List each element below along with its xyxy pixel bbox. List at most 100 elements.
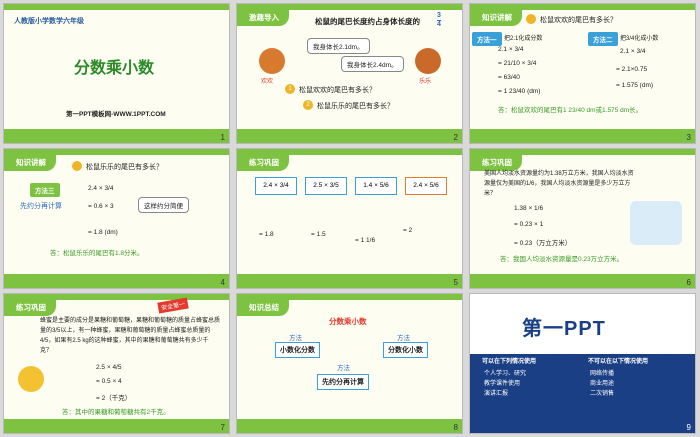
method-1-text: 把2.1化成分数 <box>504 36 543 42</box>
slide-footer: 第一PPT模板网-WWW.1PPT.COM <box>66 111 166 118</box>
method-tag-1: 方法一 <box>472 32 502 46</box>
slide-number: 6 <box>686 278 691 287</box>
calc-step-3: = 0.23（万立方米） <box>514 240 572 247</box>
slide-number: 8 <box>453 423 458 432</box>
summary-branch-3: 先约分再计算 <box>317 374 369 390</box>
slide-header: 知识讲解 <box>4 155 56 171</box>
slide-answer: 答：我国人均淡水资源量是0.23万立方米。 <box>500 256 624 263</box>
slide-number: 3 <box>686 133 691 142</box>
usage-allowed-line-1: 个人学习、研究 <box>484 371 527 377</box>
honeybee-icon <box>18 366 44 392</box>
slide-bottom-bar <box>237 419 462 433</box>
method-2-text: 把3/4化成小数 <box>620 36 659 42</box>
exercise-box-3: 1.4 × 5/6 <box>355 177 397 195</box>
exercise-result-2: = 1.5 <box>311 231 326 238</box>
slide-thumbnail-3[interactable]: 知识讲解 松鼠欢欢的尾巴有多长？ 方法一 把2.1化成分数 方法二 把3/4化成… <box>469 3 696 144</box>
exercise-box-1: 2.4 × 3/4 <box>255 177 297 195</box>
slide-number: 4 <box>220 278 225 287</box>
ppt-logo: 第一PPT <box>522 318 606 340</box>
calc-step-2: = 0.6 × 3 <box>88 203 114 210</box>
problem-text: 蜂蜜是主要的成分是果糖和葡萄糖，果糖和葡萄糖的质量占蜂蜜总质量的3/5以上，有一… <box>40 318 221 354</box>
squirrel-lele-icon <box>415 48 441 74</box>
slide-bottom-bar <box>470 274 695 288</box>
fraction-denominator: 4 <box>437 20 441 28</box>
slide-bottom-bar <box>4 129 229 143</box>
slide-bottom-bar <box>4 419 229 433</box>
question-number-1: 1 <box>285 84 295 94</box>
summary-branch-1: 小数化分数 <box>275 342 320 358</box>
method-1-step-3: = 63/40 <box>498 74 520 81</box>
slide-thumbnail-7[interactable]: 练习巩固 安全第一 蜂蜜是主要的成分是果糖和葡萄糖，果糖和葡萄糖的质量占蜂蜜总质… <box>3 293 230 434</box>
method-1-step-1: 2.1 × 3/4 <box>498 46 524 53</box>
slide-answer: 答：松鼠欢欢的尾巴有1 23/40 dm或1.575 dm长。 <box>498 107 643 114</box>
method-label-1: 方法 <box>289 335 302 342</box>
slide-thumbnail-2[interactable]: 激趣导入 松鼠的尾巴长度约占身体长度的 3 4 欢欢 乐乐 我身体长2.1dm。… <box>236 3 463 144</box>
question-2: 松鼠乐乐的尾巴有多长？ <box>317 103 394 110</box>
slide-thumbnail-6[interactable]: 练习巩固 美国人均淡水资源量约为1.38万立方米，我国人均淡水资源量仅为美国的1… <box>469 148 696 289</box>
exercise-box-4: 2.4 × 5/6 <box>405 177 447 195</box>
usage-allowed-line-2: 教学课件使用 <box>484 381 521 387</box>
slide-thumbnail-5[interactable]: 练习巩固 2.4 × 3/4 2.5 × 3/5 1.4 × 5/6 2.4 ×… <box>236 148 463 289</box>
slide-header: 知识总结 <box>237 300 289 316</box>
exercise-result-1: = 1.8 <box>259 231 274 238</box>
slide-header: 激趣导入 <box>237 10 289 26</box>
exercise-box-2: 2.5 × 3/5 <box>305 177 347 195</box>
method-label-2: 方法 <box>397 335 410 342</box>
usage-allowed-line-3: 演讲汇报 <box>484 391 509 397</box>
slide-answer: 答：其中的果糖和葡萄糖共有2千克。 <box>62 409 170 416</box>
slide-bottom-bar <box>4 274 229 288</box>
slide-number: 2 <box>453 133 458 142</box>
method-1-step-4: = 1 23/40 (dm) <box>498 88 541 95</box>
calc-step-2: = 0.5 × 4 <box>96 378 122 385</box>
calc-step-3: = 2（千克） <box>96 395 132 402</box>
usage-forbidden-line-3: 二次销售 <box>590 391 615 397</box>
exercise-result-3: = 1 1/6 <box>355 237 376 244</box>
method-tag-3: 方法三 <box>30 183 60 197</box>
slide-title: 分数乘小数 <box>74 60 155 77</box>
slide-number: 7 <box>220 423 225 432</box>
method-3-text: 先约分再计算 <box>20 203 62 210</box>
squirrel-huanhuan-icon <box>259 48 285 74</box>
method-2-step-2: = 2.1×0.75 <box>616 66 648 73</box>
question-icon <box>72 161 82 171</box>
slide-top-bar <box>4 4 229 10</box>
calc-step-2: = 0.23 × 1 <box>514 221 544 228</box>
calc-step-1: 2.4 × 3/4 <box>88 185 114 192</box>
calc-step-1: 1.38 × 1/6 <box>514 205 544 212</box>
exercise-result-4: = 2 <box>403 227 413 234</box>
method-2-step-1: 2.1 × 3/4 <box>620 48 646 55</box>
slide-thumbnail-1[interactable]: 人教版小学数学六年级 分数乘小数 第一PPT模板网-WWW.1PPT.COM 1 <box>3 3 230 144</box>
fraction: 3 4 <box>437 12 441 29</box>
summary-branch-2: 分数化小数 <box>383 342 428 358</box>
slide-number: 1 <box>220 133 225 142</box>
summary-center: 分数乘小数 <box>329 317 367 326</box>
squirrel-name-1: 欢欢 <box>261 79 274 85</box>
slide-bottom-bar <box>470 129 695 143</box>
calc-step-1: 2.5 × 4/5 <box>96 364 122 371</box>
slide-bottom-bar <box>237 129 462 143</box>
slide-header: 知识讲解 <box>470 10 522 26</box>
question-icon <box>526 14 536 24</box>
squirrel-name-2: 乐乐 <box>419 79 432 85</box>
slide-header: 人教版小学数学六年级 <box>14 18 84 25</box>
speech-bubble-2: 我身体长2.4dm。 <box>341 56 404 72</box>
usage-allowed-title: 可以在下列情况使用 <box>482 359 537 365</box>
slide-question: 松鼠欢欢的尾巴有多长？ <box>540 17 617 24</box>
slide-bottom-bar <box>237 274 462 288</box>
method-label-3: 方法 <box>337 365 350 372</box>
method-1-step-2: = 21/10 × 3/4 <box>498 60 537 67</box>
slide-grid: 人教版小学数学六年级 分数乘小数 第一PPT模板网-WWW.1PPT.COM 1… <box>0 0 700 437</box>
slide-number: 5 <box>453 278 458 287</box>
slide-thumbnail-8[interactable]: 知识总结 分数乘小数 方法 方法 小数化分数 分数化小数 方法 先约分再计算 8 <box>236 293 463 434</box>
slide-number: 9 <box>686 423 691 432</box>
slide-header: 练习巩固 <box>4 300 56 316</box>
comment-bubble: 这样约分简便 <box>138 197 189 213</box>
slide-thumbnail-9[interactable]: 第一PPT 可以在下列情况使用 不可以在以下情况使用 个人学习、研究 教学课件使… <box>469 293 696 434</box>
question-1: 松鼠欢欢的尾巴有多长？ <box>299 87 376 94</box>
slide-question: 松鼠乐乐的尾巴有多长？ <box>86 164 163 171</box>
intro-question: 松鼠的尾巴长度约占身体长度的 <box>315 17 420 26</box>
slide-thumbnail-4[interactable]: 知识讲解 松鼠乐乐的尾巴有多长？ 方法三 先约分再计算 2.4 × 3/4 = … <box>3 148 230 289</box>
method-tag-2: 方法二 <box>588 32 618 46</box>
speech-bubble-1: 我身体长2.1dm。 <box>307 38 370 54</box>
calc-step-3: = 1.8 (dm) <box>88 229 118 236</box>
